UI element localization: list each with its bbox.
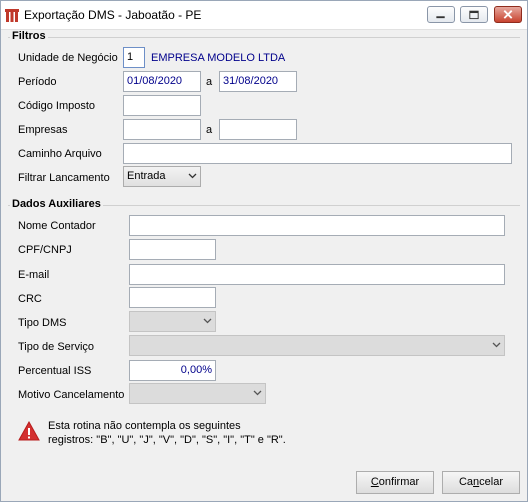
minimize-button[interactable] [427, 6, 455, 23]
warning-message: Esta rotina não contempla os seguintes r… [48, 419, 348, 447]
percentual-iss-input[interactable]: 0,00% [129, 360, 216, 381]
caminho-arquivo-input[interactable] [123, 143, 512, 164]
nome-contador-input[interactable] [129, 215, 505, 236]
empresas-end-input[interactable] [219, 119, 297, 140]
maximize-icon [469, 10, 479, 20]
window-title: Exportação DMS - Jaboatão - PE [24, 8, 202, 22]
cpf-cnpj-input[interactable] [129, 239, 216, 260]
cpf-cnpj-label: CPF/CNPJ [18, 244, 72, 256]
percentual-iss-label: Percentual ISS [18, 365, 92, 377]
warning-line-1: Esta rotina não contempla os seguintes [48, 420, 241, 432]
confirmar-mnemonic: C [370, 476, 379, 488]
minimize-icon [436, 16, 445, 19]
nome-contador-label: Nome Contador [18, 220, 96, 232]
filtros-group-divider [8, 37, 520, 38]
tipo-servico-select[interactable] [129, 335, 505, 356]
filtrar-lancamento-value: Entrada [127, 170, 166, 182]
email-input[interactable] [129, 264, 505, 285]
empresas-start-input[interactable] [123, 119, 201, 140]
app-logo-icon [5, 9, 19, 22]
empresas-label: Empresas [18, 124, 68, 136]
filtros-group-title: Filtros [10, 30, 48, 42]
crc-label: CRC [18, 293, 42, 305]
codigo-imposto-input[interactable] [123, 95, 201, 116]
chevron-down-icon [492, 342, 501, 348]
close-button[interactable] [494, 6, 522, 23]
cancelar-label-end: celar [479, 476, 504, 488]
cancelar-button[interactable]: Cancelar [442, 471, 520, 494]
confirmar-button[interactable]: Confirmar [356, 471, 434, 494]
crc-input[interactable] [129, 287, 216, 308]
warning-line-2: registros: "B", "U", "J", "V", "D", "S",… [48, 434, 286, 446]
auxiliares-group-title: Dados Auxiliares [10, 198, 103, 210]
chevron-down-icon [253, 390, 262, 396]
motivo-cancelamento-select[interactable] [129, 383, 266, 404]
dialog-window: Exportação DMS - Jaboatão - PE Filtros U… [0, 0, 528, 502]
periodo-separator: a [206, 76, 213, 88]
unidade-label: Unidade de Negócio [18, 52, 118, 64]
periodo-label: Período [18, 76, 57, 88]
chevron-down-icon [188, 173, 197, 179]
warning-icon [18, 421, 40, 441]
maximize-button[interactable] [460, 6, 488, 23]
motivo-cancelamento-label: Motivo Cancelamento [18, 389, 125, 401]
confirmar-label: onfirmar [378, 476, 420, 488]
title-bar[interactable]: Exportação DMS - Jaboatão - PE [1, 1, 527, 30]
tipo-servico-label: Tipo de Serviço [18, 341, 95, 353]
tipo-dms-select[interactable] [129, 311, 216, 332]
periodo-start-input[interactable]: 01/08/2020 [123, 71, 201, 92]
unidade-name-text: EMPRESA MODELO LTDA [151, 52, 286, 64]
tipo-dms-label: Tipo DMS [18, 317, 67, 329]
caminho-arquivo-label: Caminho Arquivo [18, 148, 102, 160]
filtrar-lancamento-label: Filtrar Lancamento [18, 172, 110, 184]
empresas-separator: a [206, 124, 213, 136]
codigo-imposto-label: Código Imposto [18, 100, 96, 112]
filtrar-lancamento-select[interactable]: Entrada [123, 166, 201, 187]
periodo-end-input[interactable]: 31/08/2020 [219, 71, 297, 92]
cancelar-label-start: Ca [458, 476, 474, 488]
chevron-down-icon [203, 318, 212, 324]
unidade-code-input[interactable]: 1 [123, 47, 145, 68]
email-label: E-mail [18, 269, 50, 281]
close-icon [503, 10, 513, 19]
